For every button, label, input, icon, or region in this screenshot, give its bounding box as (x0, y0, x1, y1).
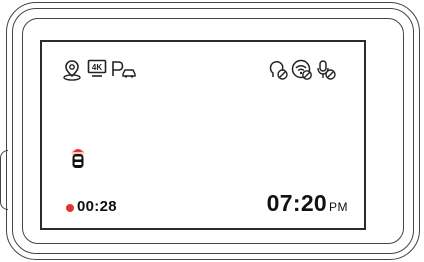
4k-label: 4K (92, 63, 102, 72)
clock: 07:20 PM (267, 190, 348, 217)
4k-resolution-icon: 4K (87, 59, 107, 79)
clock-period: PM (329, 200, 348, 214)
clock-time: 07:20 (266, 190, 327, 216)
voice-control-off-icon (267, 59, 289, 81)
parking-mode-icon (110, 59, 138, 79)
recording-elapsed-time: 00:28 (77, 198, 117, 215)
gps-icon (62, 59, 82, 81)
recording-indicator (66, 204, 74, 212)
side-button[interactable] (0, 150, 8, 210)
wifi-off-icon (291, 59, 313, 81)
dashcam-screen: 4K 00:28 07:20 PM (40, 40, 366, 230)
rear-camera-car-icon (70, 146, 86, 170)
microphone-off-icon (315, 59, 337, 81)
